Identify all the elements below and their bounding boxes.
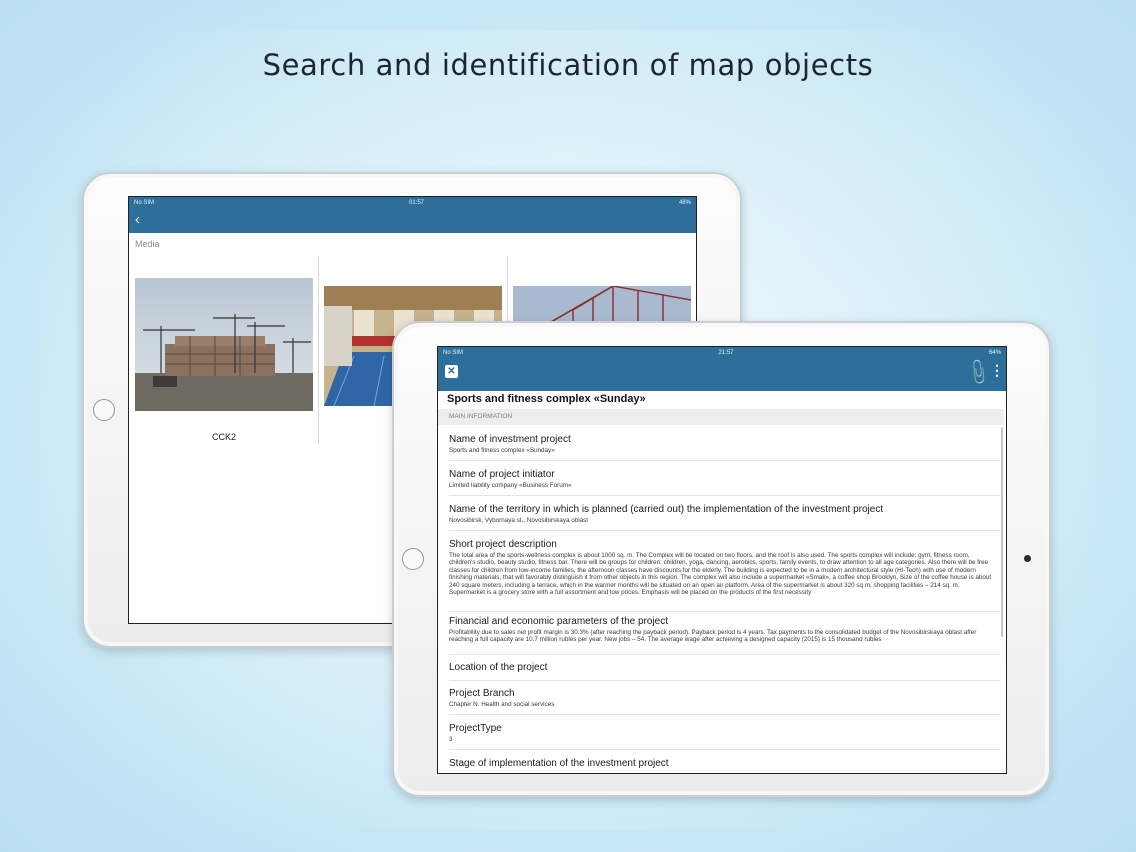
media-thumbnail-construction[interactable] <box>135 278 313 411</box>
carrier-label: No SIM <box>443 350 464 356</box>
field-label: Short project description <box>449 539 557 550</box>
front-camera <box>1024 555 1031 562</box>
field-financial-parameters: Financial and economic parameters of the… <box>449 616 997 644</box>
home-button <box>93 399 115 421</box>
battery-label: 64% <box>988 350 1001 356</box>
battery-label: 48% <box>678 200 691 206</box>
field-label: Location of the project <box>449 662 548 673</box>
row-divider <box>449 460 1000 461</box>
row-divider <box>449 611 1000 612</box>
field-label: Name of the territory in which is planne… <box>449 504 884 515</box>
field-value: Chapter N. Health and social services <box>449 701 555 708</box>
field-value: Limited liability company «Business Foru… <box>449 482 572 489</box>
field-project-type: ProjectType 3 <box>449 723 997 743</box>
row-divider <box>449 714 1000 715</box>
nav-bar: ‹ <box>129 209 696 233</box>
field-project-branch: Project Branch Chapter N. Health and soc… <box>449 688 997 708</box>
field-value: Profitability due to sales net profit ma… <box>449 629 977 644</box>
status-bar: No SIM 01:57 48% <box>129 197 696 209</box>
nav-bar: ✕ 📎 ⋮ <box>438 357 1006 391</box>
page-headline: Search and identification of map objects <box>262 48 874 82</box>
row-divider <box>449 654 1000 655</box>
row-divider <box>449 680 1000 681</box>
project-detail-screen: No SIM 21:57 64% ✕ 📎 ⋮ Sports and fitnes… <box>437 346 1007 774</box>
field-label: ProjectType <box>449 723 502 734</box>
field-label: Name of investment project <box>449 434 571 445</box>
back-chevron-icon[interactable]: ‹ <box>135 212 140 228</box>
field-territory: Name of the territory in which is planne… <box>449 504 997 524</box>
tablet-front: No SIM 21:57 64% ✕ 📎 ⋮ Sports and fitnes… <box>392 321 1051 797</box>
field-label: Financial and economic parameters of the… <box>449 616 669 627</box>
field-label: Project Branch <box>449 688 515 699</box>
field-value: 3 <box>449 736 453 743</box>
more-options-icon[interactable]: ⋮ <box>990 363 1004 377</box>
close-button[interactable]: ✕ <box>445 365 458 378</box>
row-divider <box>449 530 1000 531</box>
attachment-icon[interactable]: 📎 <box>963 357 994 387</box>
section-header: MAIN INFORMATION <box>438 409 1004 425</box>
field-implementation-stage: Stage of implementation of the investmen… <box>449 758 997 770</box>
field-investment-project-name: Name of investment project Sports and fi… <box>449 434 997 454</box>
home-button <box>402 548 424 570</box>
field-label: Name of project initiator <box>449 469 555 480</box>
field-location[interactable]: Location of the project <box>449 662 997 674</box>
media-section-label: Media <box>135 239 160 249</box>
row-divider <box>449 749 1000 750</box>
field-value: Sports and fitness complex «Sunday» <box>449 447 555 454</box>
carrier-label: No SIM <box>134 200 155 206</box>
media-caption: CCK2 <box>211 432 236 442</box>
field-value: The total area of the sports-wellness co… <box>449 552 992 597</box>
field-project-initiator: Name of project initiator Limited liabil… <box>449 469 997 489</box>
project-title: Sports and fitness complex «Sunday» <box>447 393 646 405</box>
status-bar: No SIM 21:57 64% <box>438 347 1006 359</box>
field-short-description: Short project description The total area… <box>449 539 997 596</box>
field-value: Novosibirsk, Vybornaya st., Novosibirska… <box>449 517 589 524</box>
scrollbar[interactable] <box>1001 427 1003 637</box>
field-label: Stage of implementation of the investmen… <box>449 758 669 769</box>
clock: 21:57 <box>718 350 734 356</box>
row-divider <box>449 495 1000 496</box>
column-divider <box>318 256 319 444</box>
clock: 01:57 <box>408 200 424 206</box>
